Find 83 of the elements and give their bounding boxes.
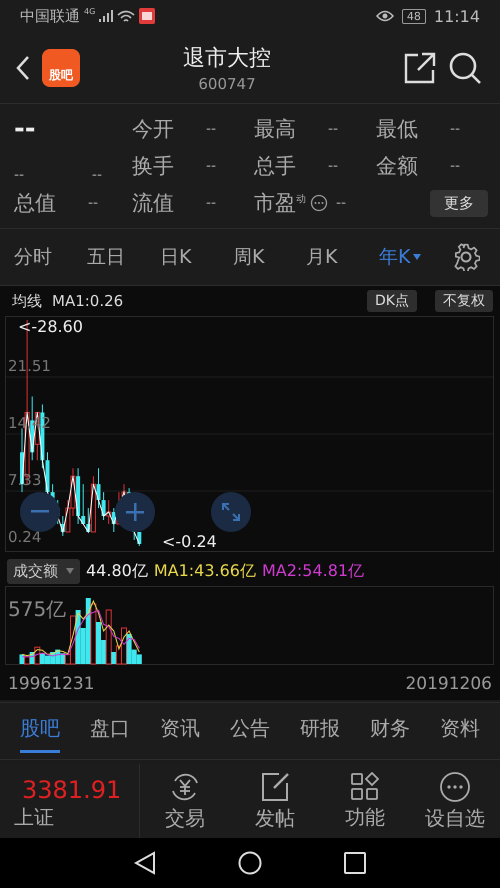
minus-icon (31, 510, 49, 514)
app-logo: 股吧 (42, 48, 80, 86)
field-label: 市盈$^{动}$ (254, 190, 306, 218)
period-tab[interactable]: 日K (160, 244, 233, 270)
zoom-out-button[interactable] (20, 492, 60, 532)
field-value: -- (328, 120, 338, 137)
app-notification-icon (139, 8, 156, 24)
volume-selector[interactable]: 成交额 (7, 558, 80, 584)
period-tab[interactable]: 年K (379, 244, 452, 270)
share-icon[interactable] (404, 52, 436, 84)
action-button[interactable]: 功能 (320, 764, 410, 838)
section-tab[interactable]: 资料 (440, 709, 480, 753)
signal-icon (99, 10, 114, 22)
wifi-icon (117, 10, 136, 22)
expand-icon (221, 502, 241, 522)
section-tab[interactable]: 公告 (230, 709, 270, 753)
period-tab[interactable]: 月K (306, 244, 379, 270)
field-label: 金额 (376, 152, 418, 180)
edit-icon (259, 770, 291, 802)
network-type: 4G (84, 7, 96, 16)
price-value: -- (14, 114, 36, 144)
field-label: 流值 (132, 190, 174, 218)
action-button[interactable]: 设自选 (410, 764, 500, 838)
action-button[interactable]: 交易 (140, 764, 230, 838)
field-value: -- (450, 120, 460, 137)
zoom-in-button[interactable] (115, 492, 155, 532)
section-tab[interactable]: 股吧 (20, 709, 60, 753)
period-tab[interactable]: 分时 (14, 244, 87, 270)
carrier-name: 中国联通 (20, 6, 80, 26)
index-value: 3381.91 (22, 776, 122, 804)
fullscreen-button[interactable] (211, 492, 251, 532)
grid-icon (350, 772, 380, 802)
field-value: -- (328, 158, 338, 174)
clock-time: 11:14 (434, 6, 480, 26)
more-info-icon[interactable] (310, 194, 328, 212)
axis-label: 575亿 (8, 596, 66, 623)
dropdown-caret-icon (66, 568, 74, 574)
field-label: 换手 (132, 152, 174, 180)
field-label: 最高 (254, 116, 296, 143)
field-value: -- (88, 195, 98, 212)
section-tab[interactable]: 财务 (370, 709, 410, 753)
section-tab[interactable]: 研报 (300, 709, 340, 753)
low-price-marker: <-0.24 (162, 532, 217, 551)
action-button[interactable]: 发帖 (230, 764, 320, 838)
period-tab[interactable]: 五日 (87, 244, 160, 270)
period-tab[interactable]: 周K (233, 244, 306, 270)
change-value: -- (14, 166, 24, 183)
volume-ma2: MA2:54.81亿 (262, 560, 364, 582)
axis-label: 0.24 (8, 528, 42, 546)
field-label: 总手 (254, 152, 296, 180)
field-label: 最低 (376, 116, 418, 143)
more-button[interactable]: 更多 (430, 190, 488, 217)
battery-level: 48 (402, 8, 426, 24)
back-icon[interactable] (134, 851, 156, 875)
home-icon[interactable] (238, 851, 262, 875)
recent-apps-icon[interactable] (344, 852, 366, 874)
field-label: 总值 (14, 190, 56, 218)
volume-value: 44.80亿 (86, 560, 148, 582)
field-label: 今开 (132, 116, 174, 143)
indicator-label: 均线 (12, 292, 42, 310)
eye-icon (376, 10, 394, 22)
index-name: 上证 (14, 804, 54, 831)
more-icon (439, 770, 471, 802)
section-tab[interactable]: 盘口 (90, 709, 130, 753)
field-value: -- (206, 120, 216, 137)
field-value: -- (206, 158, 216, 174)
change-percent: -- (92, 166, 102, 183)
volume-ma1: MA1:43.66亿 (154, 560, 256, 582)
settings-icon[interactable] (452, 243, 480, 271)
start-date: 19961231 (8, 674, 95, 694)
stock-code: 600747 (197, 74, 257, 92)
stock-name: 退市大控 (182, 44, 272, 72)
back-icon[interactable] (16, 54, 30, 80)
search-icon[interactable] (448, 50, 482, 84)
plus-icon (126, 503, 144, 521)
chart-option-button[interactable]: DK点 (367, 290, 417, 312)
section-tab[interactable]: 资讯 (160, 709, 200, 753)
field-value: -- (450, 158, 460, 174)
field-value: -- (206, 195, 216, 212)
ma-value: MA1:0.26 (52, 292, 124, 310)
end-date: 20191206 (405, 674, 492, 694)
field-value: -- (336, 195, 346, 212)
chart-option-button[interactable]: 不复权 (435, 290, 493, 312)
